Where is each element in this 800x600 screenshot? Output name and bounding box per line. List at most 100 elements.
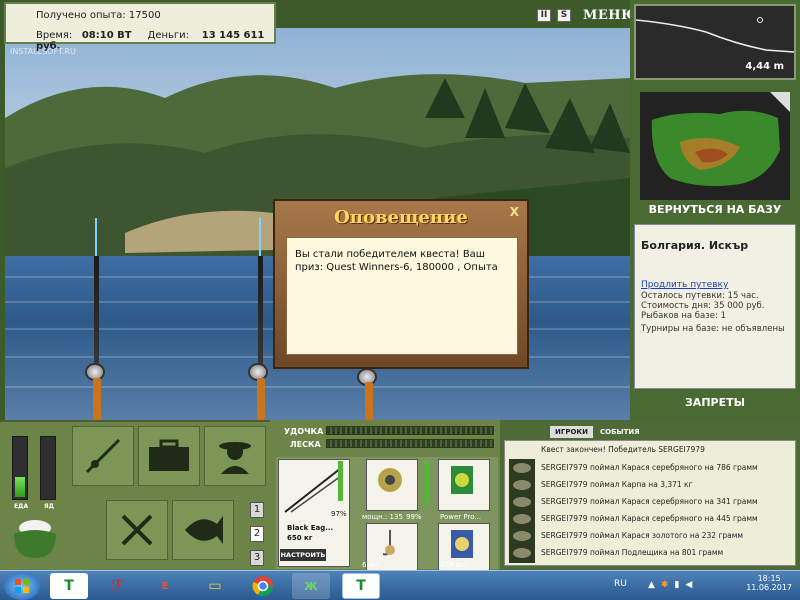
dialog-message: Вы стали победителем квеста! Ваш приз: Q…	[286, 237, 518, 355]
time-label: Время:	[36, 30, 73, 41]
reel-image-icon	[378, 468, 402, 492]
slot-number-1[interactable]: 1	[250, 502, 264, 518]
tray-icons: ▲ ✱ ▮ ◀	[648, 580, 692, 590]
bans-button[interactable]: ЗАПРЕТЫ	[630, 396, 800, 409]
windows-taskbar: T ℱ E ▭ ж T RU ▲ ✱ ▮ ◀ 18:15 11.06.2017	[0, 570, 800, 600]
location-info: Болгария. Искър Продлить путевку Осталос…	[634, 224, 796, 389]
clock[interactable]: 18:15 11.06.2017	[746, 574, 792, 592]
food-meter	[12, 436, 28, 500]
experience-text: Получено опыта: 17500	[36, 10, 161, 21]
bait-count: 473 шт.	[440, 561, 469, 569]
tackle-slots: Black Eag... 650 кг 97% НАСТРОИТЬ мощн.:…	[276, 457, 498, 575]
bait-pot-icon[interactable]	[12, 512, 58, 560]
bait-box-icon	[451, 530, 473, 558]
rod-durability-bar	[338, 461, 343, 501]
event-log-panel: ИГРОКИ СОБЫТИЯ Квест закончен! Победител…	[500, 420, 800, 570]
volume-icon[interactable]: ◀	[685, 580, 692, 590]
start-button[interactable]	[4, 572, 40, 600]
butterfly-icon[interactable]: ж	[292, 573, 330, 599]
bulgaria-map-icon	[640, 92, 790, 200]
fishing-rod-2[interactable]	[258, 256, 263, 376]
money-label: Деньги:	[147, 30, 190, 41]
fish-icon-strip	[509, 459, 535, 563]
rod-tip-2	[259, 218, 261, 258]
line-spool-icon	[451, 466, 473, 494]
chrome-icon[interactable]	[244, 573, 282, 599]
log-tabs: ИГРОКИ СОБЫТИЯ	[550, 426, 645, 438]
rod-handle-1[interactable]	[93, 378, 101, 420]
log-line: SERGEI7979 поймал Карася серебряного на …	[541, 497, 758, 506]
tackle-box-slot[interactable]	[138, 426, 200, 486]
game-window: Получено опыта: 17500 Время: 08:10 ВТ Де…	[0, 0, 800, 600]
slot-number-2[interactable]: 2	[250, 526, 264, 542]
location-line: Стоимость дня: 35 000 руб.	[641, 301, 765, 311]
fish-catch-slot[interactable]	[172, 500, 234, 560]
line-card[interactable]	[438, 459, 490, 511]
country-map[interactable]	[640, 92, 790, 200]
slot-number-3[interactable]: 3	[250, 550, 264, 566]
time-value: 08:10 ВТ	[81, 30, 132, 41]
rod-image-icon	[284, 467, 342, 513]
rod-icon	[85, 438, 121, 474]
taskbar-app-t-active-icon[interactable]: T	[342, 573, 380, 599]
food-label: ЕДА	[14, 503, 29, 510]
network-icon[interactable]: ▮	[674, 580, 679, 590]
taskbar-app-script-icon[interactable]: ℱ	[98, 573, 136, 599]
language-indicator[interactable]: RU	[614, 579, 627, 589]
right-sidebar: 4,44 m ВЕРНУТЬСЯ НА БАЗУ Болгария. Искър…	[630, 0, 800, 420]
rods-slot[interactable]	[72, 426, 134, 486]
rod-weight: 650 кг	[287, 534, 313, 542]
location-line: Турниры на базе: не объявлены	[641, 324, 785, 334]
fish-icon	[185, 516, 223, 544]
tab-players[interactable]: ИГРОКИ	[550, 426, 593, 438]
fish-icon	[513, 480, 531, 490]
rod-tension-bar	[326, 426, 494, 435]
folder-icon[interactable]: ▭	[196, 573, 234, 599]
back-to-base-button[interactable]: ВЕРНУТЬСЯ НА БАЗУ	[630, 203, 800, 216]
rod-handle-3[interactable]	[365, 382, 373, 420]
poison-meter	[40, 436, 56, 500]
line-name: Power Pro...	[440, 513, 482, 521]
tray-app-icon[interactable]: ✱	[661, 580, 669, 590]
tackle-box-icon	[149, 439, 189, 471]
pause-button[interactable]: II	[537, 9, 551, 22]
rod-percent: 97%	[331, 510, 347, 518]
player-info-panel: Получено опыта: 17500 Время: 08:10 ВТ Де…	[4, 2, 276, 52]
food-slot[interactable]	[106, 500, 168, 560]
fish-icon	[513, 514, 531, 524]
location-line: Рыбаков на базе: 1	[641, 311, 726, 321]
clock-time: 18:15	[757, 574, 781, 583]
watermark: INSTALLSOFT.RU	[10, 47, 76, 56]
setup-button[interactable]: НАСТРОИТЬ	[280, 549, 326, 561]
depth-value: 4,44 m	[745, 61, 784, 72]
rod-handle-2[interactable]	[257, 378, 265, 420]
reel-durability-bar	[424, 461, 429, 505]
reel-percent: 99%	[406, 513, 422, 521]
log-quest-line: Квест закончен! Победитель SERGEI7979	[541, 445, 705, 454]
log-line: SERGEI7979 поймал Подлещика на 801 грамм	[541, 548, 724, 557]
save-button[interactable]: S	[557, 9, 571, 22]
fisherman-icon	[219, 442, 251, 474]
fish-icon	[513, 497, 531, 507]
fish-icon	[513, 531, 531, 541]
taskbar-app-t-icon[interactable]: T	[50, 573, 88, 599]
fisherman-slot[interactable]	[204, 426, 266, 486]
log-line: SERGEI7979 поймал Карася серебряного на …	[541, 514, 758, 523]
tray-up-arrow-icon[interactable]: ▲	[648, 580, 655, 590]
knife-fork-icon	[121, 514, 153, 546]
food-meter-fill	[15, 476, 25, 497]
reel-card[interactable]	[366, 459, 418, 511]
dialog-close-button[interactable]: X	[510, 205, 519, 219]
reel-power: мощн.: 135	[362, 513, 403, 521]
fishing-rod-1[interactable]	[94, 256, 99, 376]
extend-permit-link[interactable]: Продлить путевку	[641, 280, 789, 290]
location-title: Болгария. Искър	[641, 239, 749, 252]
chrome-logo-icon	[252, 576, 274, 597]
location-line: Осталось путевки: 15 час.	[641, 291, 759, 301]
line-tension-bar	[326, 439, 494, 448]
tackle-panel: УДОЧКА ЛЕСКА Black Eag... 650 кг 97% НАС…	[270, 420, 500, 575]
fish-icon	[513, 463, 531, 473]
tab-events[interactable]: СОБЫТИЯ	[595, 426, 645, 438]
taskbar-app-elev-icon[interactable]: E	[146, 573, 184, 599]
hook-icon	[382, 530, 395, 556]
